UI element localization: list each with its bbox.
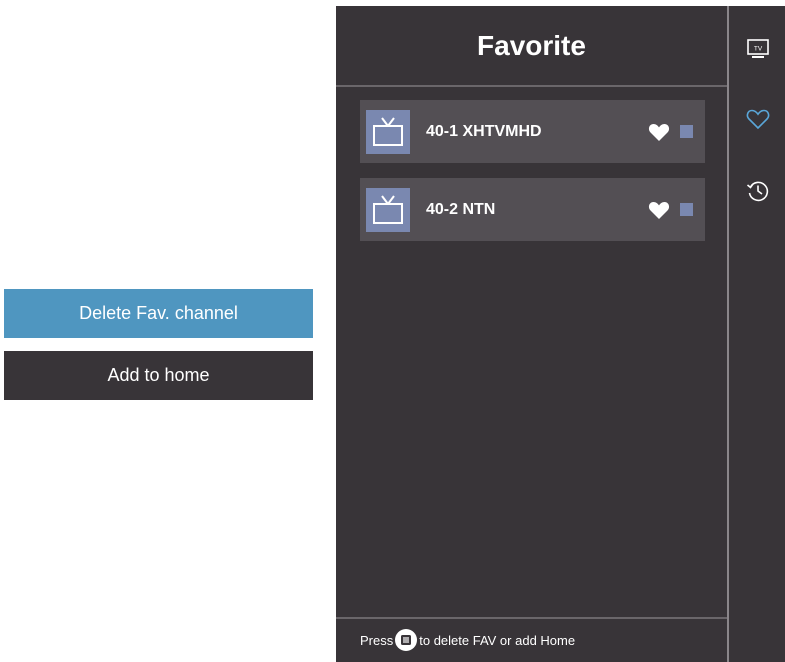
menu-key-icon	[395, 629, 418, 651]
channel-list: 40-1 XHTVMHD 40-2 NTN	[360, 100, 705, 256]
channel-row[interactable]: 40-1 XHTVMHD	[360, 100, 705, 163]
select-checkbox[interactable]	[680, 203, 693, 216]
select-checkbox[interactable]	[680, 125, 693, 138]
favorite-panel: Favorite 40-1 XHTVMHD 40-2 NTN Press to …	[336, 6, 727, 662]
channel-row[interactable]: 40-2 NTN	[360, 178, 705, 241]
add-to-home-button[interactable]: Add to home	[4, 351, 313, 400]
title-divider	[336, 85, 727, 87]
panel-title: Favorite	[477, 30, 586, 61]
channel-name: 40-1 XHTVMHD	[426, 122, 542, 140]
tv-thumbnail-icon	[366, 109, 410, 154]
heart-icon[interactable]	[745, 106, 771, 132]
tv-thumbnail-icon	[366, 187, 410, 232]
tv-icon[interactable]: TV	[745, 36, 771, 62]
history-icon[interactable]	[745, 178, 771, 204]
footer-hint: Press to delete FAV or add Home	[360, 628, 575, 652]
tv-icon-label: TV	[754, 46, 763, 53]
footer-hint-suffix: to delete FAV or add Home	[419, 632, 576, 648]
footer-divider	[336, 617, 727, 619]
heart-icon	[648, 122, 670, 142]
heart-icon	[648, 200, 670, 220]
channel-name: 40-2 NTN	[426, 200, 496, 218]
delete-fav-channel-button[interactable]: Delete Fav. channel	[4, 289, 313, 338]
footer-hint-prefix: Press	[360, 632, 394, 648]
side-rail: TV	[729, 6, 785, 662]
context-menu: Delete Fav. channel Add to home	[4, 289, 313, 400]
